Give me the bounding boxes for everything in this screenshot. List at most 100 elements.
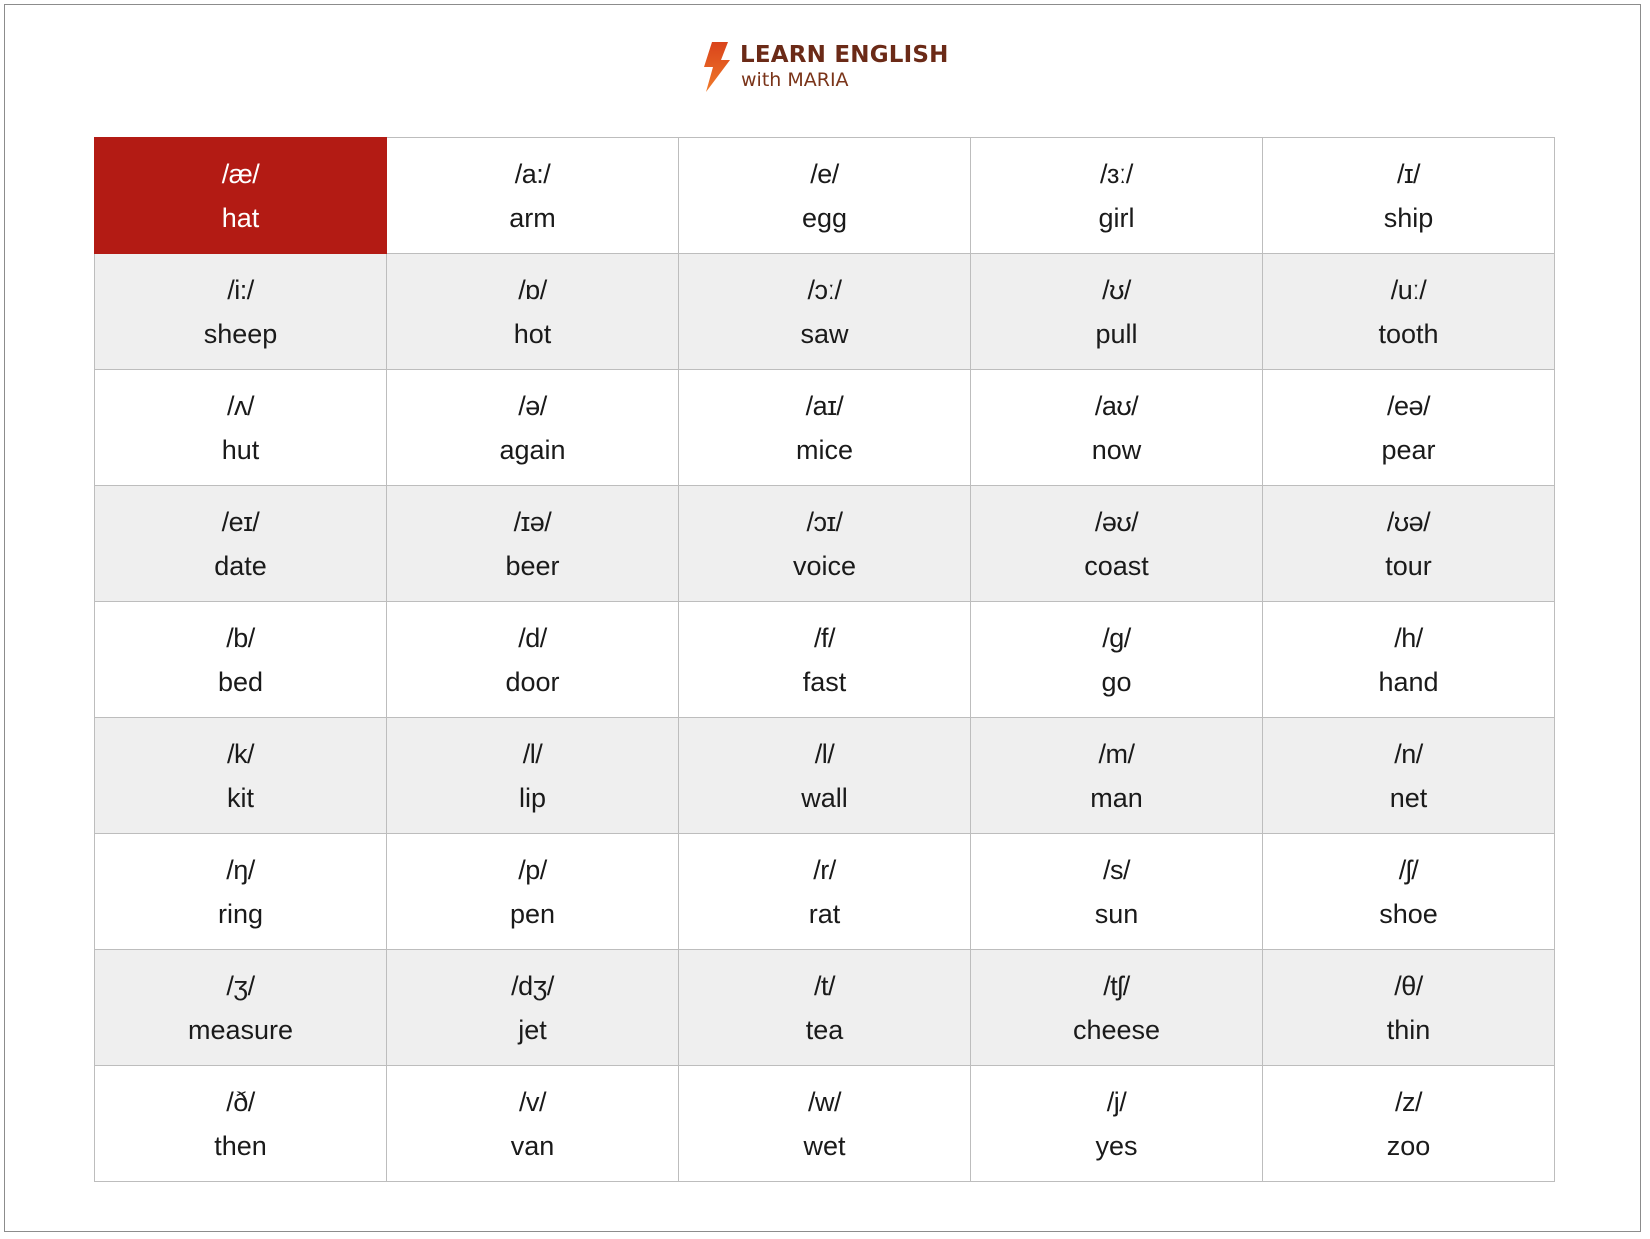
example-word: mice <box>795 434 853 465</box>
example-word: tooth <box>1378 318 1439 349</box>
phoneme-symbol: /ʌ/ <box>226 390 255 421</box>
phoneme-symbol: /h/ <box>1394 622 1423 653</box>
logo-text: LEARN ENGLISH with MARIA <box>740 40 949 90</box>
phoneme-symbol: /m/ <box>1098 738 1136 769</box>
example-word: rat <box>808 898 841 929</box>
example-word: tour <box>1385 550 1432 581</box>
phoneme-cell[interactable]: /d/door <box>386 601 679 718</box>
phoneme-cell[interactable]: /ɒ/hot <box>386 253 679 370</box>
example-word: door <box>505 666 560 697</box>
example-word: again <box>499 434 566 465</box>
phoneme-cell[interactable]: /f/fast <box>678 601 971 718</box>
phoneme-symbol: /g/ <box>1102 622 1131 653</box>
phoneme-cell[interactable]: /aʊ/now <box>970 369 1263 486</box>
phoneme-cell[interactable]: /ʒ/measure <box>94 949 387 1066</box>
chart-row: /ð/then/v/van/w/wet/j/yes/z/zoo <box>94 1065 1555 1182</box>
phoneme-symbol: /ɔː/ <box>807 274 842 305</box>
example-word: pull <box>1095 318 1138 349</box>
phoneme-symbol: /dʒ/ <box>511 970 554 1001</box>
phoneme-symbol: /ʒ/ <box>226 970 255 1001</box>
example-word: ring <box>217 898 264 929</box>
phoneme-cell[interactable]: /k/kit <box>94 717 387 834</box>
phoneme-cell[interactable]: /l/lip <box>386 717 679 834</box>
phoneme-cell[interactable]: /tʃ/cheese <box>970 949 1263 1066</box>
phonemic-chart: /æ/hat/a:/ arm/e/egg/ɜː/girl/ɪ/ship/i:/ sh… <box>94 137 1555 1182</box>
phoneme-symbol: /ʊə/ <box>1386 506 1431 537</box>
phoneme-symbol: /ð/ <box>226 1086 255 1117</box>
example-word: yes <box>1095 1130 1138 1161</box>
phoneme-cell[interactable]: /j/yes <box>970 1065 1263 1182</box>
chart-row: /æ/hat/a:/ arm/e/egg/ɜː/girl/ɪ/ship <box>94 137 1555 254</box>
phoneme-cell[interactable]: /l/wall <box>678 717 971 834</box>
example-word: hand <box>1378 666 1439 697</box>
example-word: sheep <box>203 318 278 349</box>
phoneme-cell[interactable]: /z/zoo <box>1262 1065 1555 1182</box>
phoneme-symbol: /ʊ/ <box>1102 274 1131 305</box>
phoneme-cell[interactable]: /p/pen <box>386 833 679 950</box>
example-word: arm <box>509 202 556 233</box>
phoneme-cell[interactable]: /t/tea <box>678 949 971 1066</box>
phoneme-symbol: /t/ <box>813 970 836 1001</box>
example-word: hot <box>513 318 552 349</box>
phoneme-cell[interactable]: /ɜː/girl <box>970 137 1263 254</box>
example-word: date <box>214 550 267 581</box>
phoneme-cell[interactable]: /a:/ arm <box>386 137 679 254</box>
phoneme-cell[interactable]: /ð/then <box>94 1065 387 1182</box>
example-word: pear <box>1381 434 1436 465</box>
example-word: sun <box>1094 898 1139 929</box>
phoneme-symbol: /k/ <box>226 738 255 769</box>
phoneme-cell-selected[interactable]: /æ/hat <box>94 137 387 254</box>
phoneme-cell[interactable]: /e/egg <box>678 137 971 254</box>
phoneme-cell[interactable]: /ʃ/shoe <box>1262 833 1555 950</box>
phoneme-symbol: /l/ <box>522 738 543 769</box>
phoneme-cell[interactable]: /n/net <box>1262 717 1555 834</box>
phoneme-symbol: /j/ <box>1106 1086 1127 1117</box>
phoneme-cell[interactable]: /dʒ/jet <box>386 949 679 1066</box>
phoneme-cell[interactable]: /aɪ/mice <box>678 369 971 486</box>
chart-row: /ʌ/hut/ə/again/aɪ/mice/aʊ/now/eə/pear <box>94 369 1555 486</box>
phoneme-cell[interactable]: /ʊə/tour <box>1262 485 1555 602</box>
phoneme-cell[interactable]: /m/man <box>970 717 1263 834</box>
phoneme-cell[interactable]: /ɪə/beer <box>386 485 679 602</box>
example-word: then <box>214 1130 267 1161</box>
phoneme-cell[interactable]: /ʌ/hut <box>94 369 387 486</box>
phoneme-cell[interactable]: /ɪ/ship <box>1262 137 1555 254</box>
phoneme-cell[interactable]: /ɔɪ/voice <box>678 485 971 602</box>
phoneme-cell[interactable]: /eɪ/date <box>94 485 387 602</box>
phoneme-cell[interactable]: /v/van <box>386 1065 679 1182</box>
phoneme-cell[interactable]: /eə/pear <box>1262 369 1555 486</box>
example-word: zoo <box>1386 1130 1431 1161</box>
phoneme-cell[interactable]: /θ/thin <box>1262 949 1555 1066</box>
phoneme-symbol: /p/ <box>518 854 547 885</box>
phoneme-cell[interactable]: /ɔː/saw <box>678 253 971 370</box>
phoneme-cell[interactable]: /b/bed <box>94 601 387 718</box>
phoneme-cell[interactable]: /ŋ/ring <box>94 833 387 950</box>
phoneme-cell[interactable]: /w/wet <box>678 1065 971 1182</box>
phoneme-cell[interactable]: /g/go <box>970 601 1263 718</box>
phoneme-symbol: /ɪ/ <box>1396 158 1421 189</box>
example-word: jet <box>518 1014 547 1045</box>
chart-row: /ŋ/ring/p/pen/r/rat/s/sun/ʃ/shoe <box>94 833 1555 950</box>
example-word: girl <box>1098 202 1135 233</box>
phoneme-cell[interactable]: /r/rat <box>678 833 971 950</box>
chart-row: /ʒ/measure/dʒ/jet/t/tea/tʃ/cheese/θ/thin <box>94 949 1555 1066</box>
logo-title: LEARN ENGLISH <box>740 42 949 68</box>
example-word: now <box>1091 434 1142 465</box>
example-word: wet <box>803 1130 846 1161</box>
phoneme-cell[interactable]: /ʊ/pull <box>970 253 1263 370</box>
example-word: beer <box>505 550 560 581</box>
example-word: shoe <box>1379 898 1438 929</box>
example-word: wall <box>801 782 848 813</box>
example-word: man <box>1090 782 1143 813</box>
phoneme-cell[interactable]: /ə/again <box>386 369 679 486</box>
phoneme-symbol: /i:/ <box>227 274 254 305</box>
phoneme-cell[interactable]: /i:/ sheep <box>94 253 387 370</box>
phoneme-cell[interactable]: /s/sun <box>970 833 1263 950</box>
phoneme-symbol: /a:/ <box>514 158 551 189</box>
phoneme-cell[interactable]: /uː/tooth <box>1262 253 1555 370</box>
phoneme-cell[interactable]: /h/hand <box>1262 601 1555 718</box>
phoneme-symbol: /f/ <box>813 622 836 653</box>
phoneme-cell[interactable]: /əʊ/coast <box>970 485 1263 602</box>
phoneme-symbol: /aʊ/ <box>1094 390 1139 421</box>
chart-row: /i:/ sheep/ɒ/hot/ɔː/saw/ʊ/pull/uː/tooth <box>94 253 1555 370</box>
